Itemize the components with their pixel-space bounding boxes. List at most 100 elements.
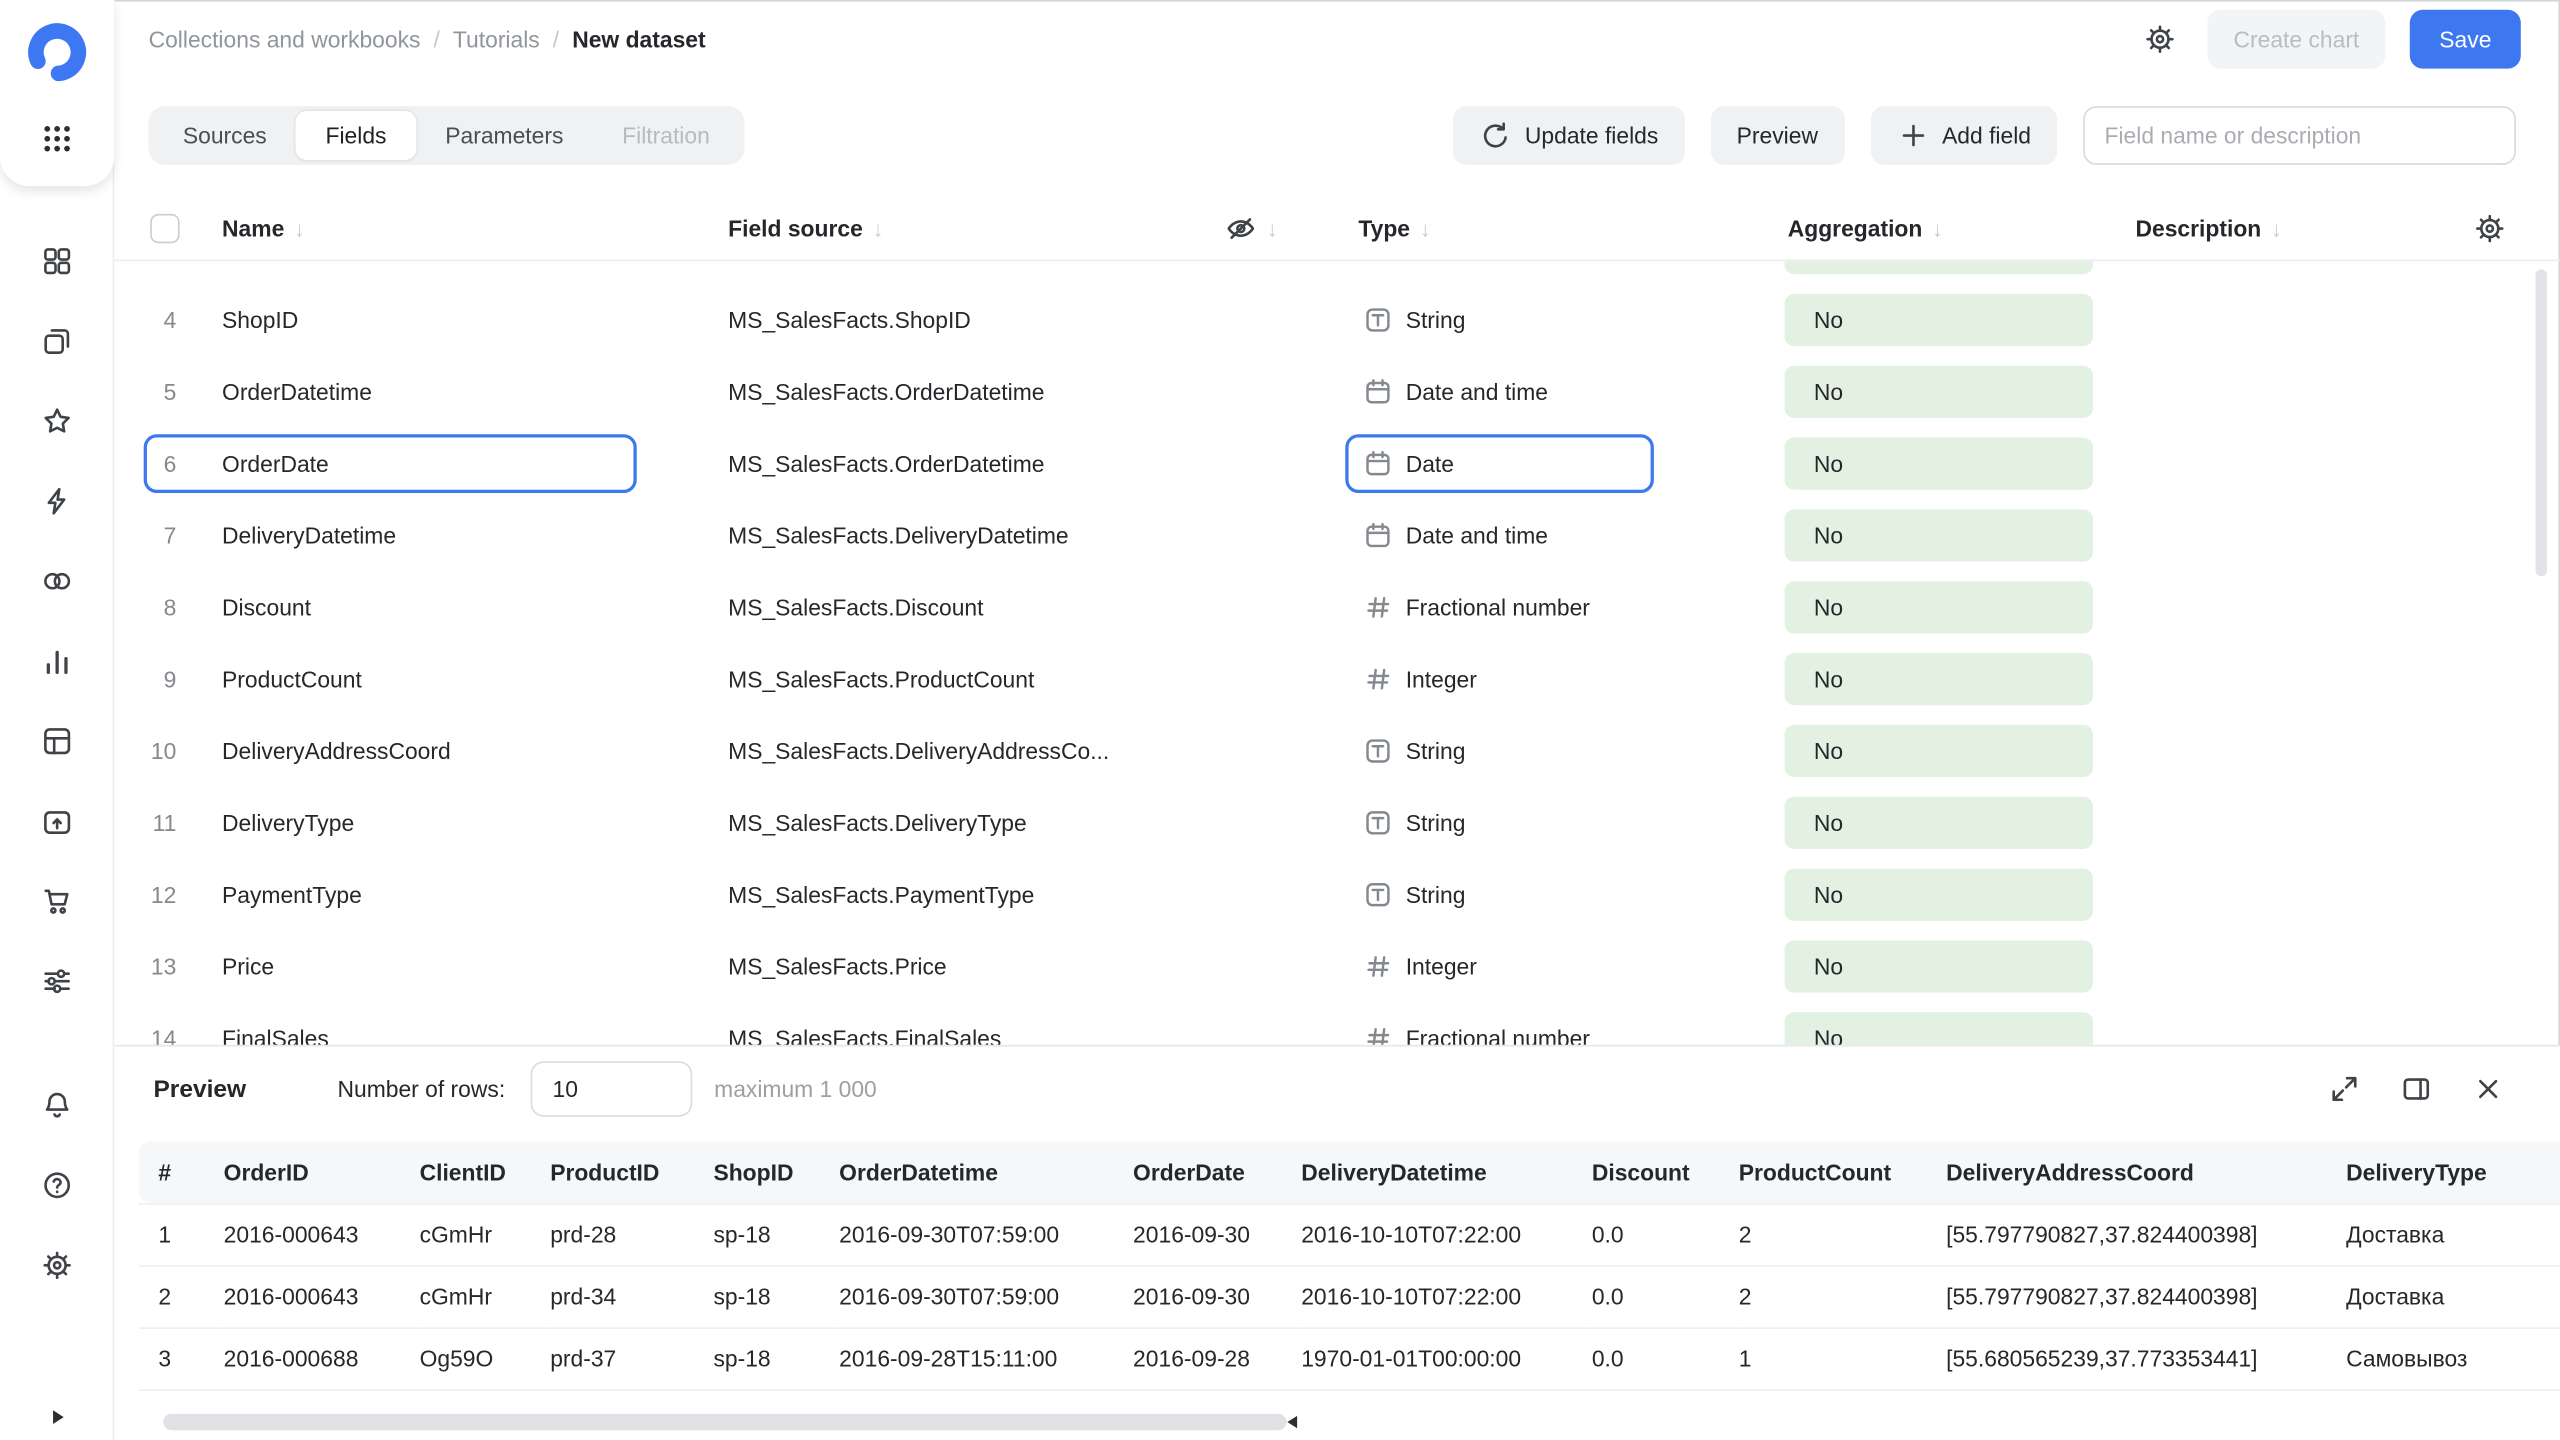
field-type-cell[interactable]: Date and time [1345, 362, 1654, 421]
column-header-description[interactable]: Description [2136, 216, 2262, 242]
eye-off-icon[interactable] [1224, 212, 1257, 245]
collections-icon[interactable] [38, 322, 77, 361]
settings-icon[interactable] [38, 1246, 77, 1285]
field-type-cell[interactable]: Fractional number [1345, 578, 1654, 637]
preview-button[interactable]: Preview [1711, 106, 1845, 165]
field-source-cell[interactable]: MS_SalesFacts.PaymentType [728, 859, 1034, 931]
field-source-cell[interactable]: MS_SalesFacts.Discount [728, 571, 983, 643]
field-aggregation-cell[interactable]: No [1784, 797, 2093, 849]
field-aggregation-cell[interactable]: No [1784, 940, 2093, 992]
tab-parameters[interactable]: Parameters [416, 111, 593, 160]
field-type-cell[interactable]: Fractional number [1345, 1009, 1654, 1045]
widgets-icon[interactable] [38, 242, 77, 281]
field-source-cell[interactable]: MS_SalesFacts.DeliveryDatetime [728, 500, 1068, 572]
field-type-cell[interactable]: String [1345, 793, 1654, 852]
preview-column-#: # [139, 1141, 224, 1203]
field-name-cell[interactable]: ProductCount [144, 650, 637, 709]
field-name-cell[interactable] [144, 261, 637, 277]
field-source-cell[interactable]: MS_SalesFacts.Price [728, 931, 946, 1003]
add-field-button[interactable]: Add field [1870, 106, 2057, 165]
update-fields-button[interactable]: Update fields [1453, 106, 1684, 165]
field-name-cell[interactable]: Price [144, 937, 637, 996]
settings-gear-icon[interactable] [2137, 16, 2183, 62]
field-name-cell[interactable]: ShopID [144, 291, 637, 350]
rows-count-input[interactable] [531, 1061, 693, 1117]
column-header-field-source[interactable]: Field source [728, 216, 863, 242]
column-header-type[interactable]: Type [1358, 216, 1410, 242]
field-name-cell[interactable]: DeliveryDatetime [144, 506, 637, 565]
favorites-icon[interactable] [38, 402, 77, 441]
sort-icon[interactable]: ↓ [1420, 216, 1431, 240]
scroll-left-icon[interactable] [1282, 1412, 1305, 1432]
field-aggregation-cell[interactable]: No [1784, 653, 2093, 705]
sort-icon[interactable]: ↓ [1267, 216, 1278, 240]
field-aggregation-cell[interactable]: No [1784, 509, 2093, 561]
sort-icon[interactable]: ↓ [2271, 216, 2282, 240]
field-source-cell[interactable]: MS_SalesFacts.ShopID [728, 284, 971, 356]
side-panel-icon[interactable] [2397, 1069, 2436, 1108]
field-type-label: String [1406, 810, 1466, 836]
expand-preview-icon[interactable] [2325, 1069, 2364, 1108]
field-aggregation-cell[interactable]: No [1784, 294, 2093, 346]
field-type-cell[interactable]: Integer [1345, 937, 1654, 996]
field-aggregation-cell[interactable]: No [1784, 261, 2093, 274]
field-aggregation-cell[interactable]: No [1784, 438, 2093, 490]
field-type-cell[interactable]: Date and time [1345, 506, 1654, 565]
field-aggregation-cell[interactable]: No [1784, 869, 2093, 921]
create-chart-button[interactable]: Create chart [2207, 10, 2385, 69]
help-icon[interactable] [38, 1166, 77, 1205]
field-source-cell[interactable]: MS_SalesFacts.DeliveryAddressCo... [728, 715, 1109, 787]
save-button[interactable]: Save [2410, 10, 2521, 69]
column-header-name[interactable]: Name [222, 216, 284, 242]
marketplace-icon[interactable] [38, 882, 77, 921]
charts-icon[interactable] [38, 642, 77, 681]
field-name-cell[interactable]: DeliveryType [144, 793, 637, 852]
select-all-checkbox[interactable] [150, 214, 179, 243]
field-name-cell[interactable]: OrderDate [144, 434, 637, 493]
functions-icon[interactable] [38, 482, 77, 521]
field-search-input[interactable] [2083, 106, 2516, 165]
field-name-cell[interactable]: DeliveryAddressCoord [144, 722, 637, 781]
field-name-cell[interactable]: PaymentType [144, 865, 637, 924]
field-source-cell[interactable]: MS_SalesFacts.DeliveryType [728, 787, 1027, 859]
field-type-cell[interactable]: String [1345, 291, 1654, 350]
field-type-cell[interactable]: String [1345, 722, 1654, 781]
tab-sources[interactable]: Sources [153, 111, 296, 160]
field-source-cell[interactable]: MS_SalesFacts.OrderDatetime [728, 428, 1044, 500]
field-aggregation-cell[interactable]: No [1784, 1012, 2093, 1045]
datasets-icon[interactable] [38, 722, 77, 761]
table-settings-gear-icon[interactable] [2470, 209, 2509, 248]
breadcrumb-collections-and-workbooks[interactable]: Collections and workbooks [149, 26, 421, 52]
storage-icon[interactable] [38, 802, 77, 841]
field-type-label: Date and time [1406, 379, 1548, 405]
field-type-cell[interactable]: Date [1345, 434, 1654, 493]
field-source-cell[interactable]: MS_SalesFacts.ProductCount [728, 643, 1034, 715]
field-aggregation-cell[interactable]: No [1784, 366, 2093, 418]
tab-fields[interactable]: Fields [296, 111, 416, 160]
field-type-cell[interactable] [1345, 261, 1654, 277]
breadcrumb-tutorials[interactable]: Tutorials [453, 26, 540, 52]
close-preview-icon[interactable] [2469, 1069, 2508, 1108]
field-type-cell[interactable]: Integer [1345, 650, 1654, 709]
apps-grid-icon[interactable] [39, 121, 75, 157]
sort-icon[interactable]: ↓ [873, 216, 884, 240]
field-name-cell[interactable]: FinalSales [144, 1009, 637, 1045]
flow-icon[interactable] [38, 962, 77, 1001]
sort-icon[interactable]: ↓ [294, 216, 305, 240]
notifications-icon[interactable] [38, 1086, 77, 1125]
horizontal-scrollbar[interactable] [139, 1411, 2544, 1434]
field-source-cell[interactable]: MS_SalesFacts.OrderDatetime [728, 356, 1044, 428]
vertical-scrollbar-thumb[interactable] [2536, 269, 2547, 576]
field-type-cell[interactable]: String [1345, 865, 1654, 924]
sort-icon[interactable]: ↓ [1932, 216, 1943, 240]
horizontal-scrollbar-thumb[interactable] [163, 1414, 1286, 1430]
field-name-cell[interactable]: Discount [144, 578, 637, 637]
expand-sidebar-button[interactable] [38, 1401, 77, 1434]
field-name-cell[interactable]: OrderDatetime [144, 362, 637, 421]
datalens-logo-icon[interactable] [26, 21, 88, 83]
services-icon[interactable] [38, 562, 77, 601]
field-source-cell[interactable]: MS_SalesFacts.FinalSales [728, 1002, 1001, 1044]
column-header-aggregation[interactable]: Aggregation [1788, 216, 1923, 242]
field-aggregation-cell[interactable]: No [1784, 581, 2093, 633]
field-aggregation-cell[interactable]: No [1784, 725, 2093, 777]
